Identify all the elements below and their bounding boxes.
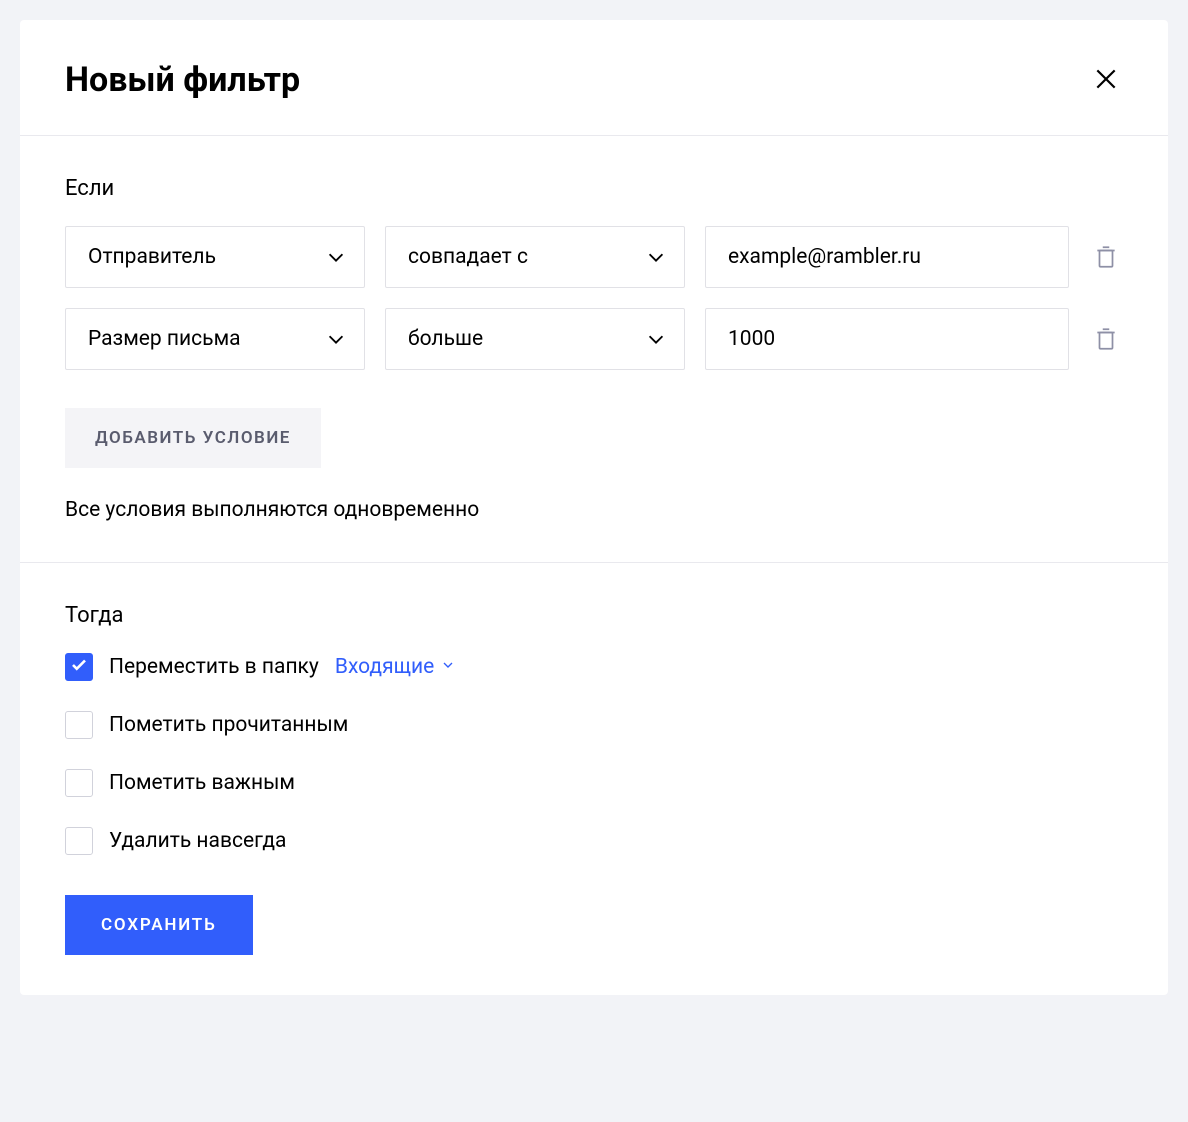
delete-condition-button[interactable] xyxy=(1089,322,1123,356)
condition-operator-select[interactable]: больше xyxy=(385,308,685,370)
field-select-wrap: Размер письма xyxy=(65,308,365,370)
folder-select[interactable]: Входящие xyxy=(335,655,456,679)
condition-row: Отправитель совпадает с xyxy=(65,226,1123,288)
modal-title: Новый фильтр xyxy=(65,60,300,100)
trash-icon xyxy=(1093,244,1119,270)
action-mark-important: Пометить важным xyxy=(65,769,1123,797)
action-move-to-folder: Переместить в папку Входящие xyxy=(65,653,1123,681)
move-to-folder-label: Переместить в папку xyxy=(109,655,319,679)
mark-read-checkbox[interactable] xyxy=(65,711,93,739)
condition-operator-value: больше xyxy=(408,327,483,351)
move-to-folder-checkbox[interactable] xyxy=(65,653,93,681)
action-delete-forever: Удалить навсегда xyxy=(65,827,1123,855)
condition-value-input[interactable] xyxy=(705,308,1069,370)
if-section: Если Отправитель совпадает с xyxy=(20,136,1168,563)
condition-field-select[interactable]: Отправитель xyxy=(65,226,365,288)
condition-row: Размер письма больше xyxy=(65,308,1123,370)
operator-select-wrap: больше xyxy=(385,308,685,370)
then-section: Тогда Переместить в папку Входящие Помет… xyxy=(20,563,1168,995)
close-icon xyxy=(1093,80,1119,95)
condition-operator-select[interactable]: совпадает с xyxy=(385,226,685,288)
mark-read-label: Пометить прочитанным xyxy=(109,713,348,737)
action-mark-read: Пометить прочитанным xyxy=(65,711,1123,739)
if-label: Если xyxy=(65,176,1123,201)
close-button[interactable] xyxy=(1089,62,1123,99)
modal-header: Новый фильтр xyxy=(20,20,1168,136)
add-condition-button[interactable]: Добавить условие xyxy=(65,408,321,468)
delete-forever-label: Удалить навсегда xyxy=(109,829,286,853)
then-label: Тогда xyxy=(65,603,1123,628)
filter-modal: Новый фильтр Если Отправитель xyxy=(20,20,1168,995)
condition-field-select[interactable]: Размер письма xyxy=(65,308,365,370)
condition-field-value: Размер письма xyxy=(88,327,241,351)
save-button[interactable]: Сохранить xyxy=(65,895,253,955)
mark-important-checkbox[interactable] xyxy=(65,769,93,797)
condition-value-input[interactable] xyxy=(705,226,1069,288)
field-select-wrap: Отправитель xyxy=(65,226,365,288)
delete-forever-checkbox[interactable] xyxy=(65,827,93,855)
conditions-hint: Все условия выполняются одновременно xyxy=(65,498,1123,522)
chevron-down-icon xyxy=(440,655,456,679)
trash-icon xyxy=(1093,326,1119,352)
folder-select-value: Входящие xyxy=(335,655,434,679)
condition-operator-value: совпадает с xyxy=(408,245,528,269)
mark-important-label: Пометить важным xyxy=(109,771,295,795)
delete-condition-button[interactable] xyxy=(1089,240,1123,274)
check-icon xyxy=(70,656,88,678)
condition-field-value: Отправитель xyxy=(88,245,216,269)
operator-select-wrap: совпадает с xyxy=(385,226,685,288)
